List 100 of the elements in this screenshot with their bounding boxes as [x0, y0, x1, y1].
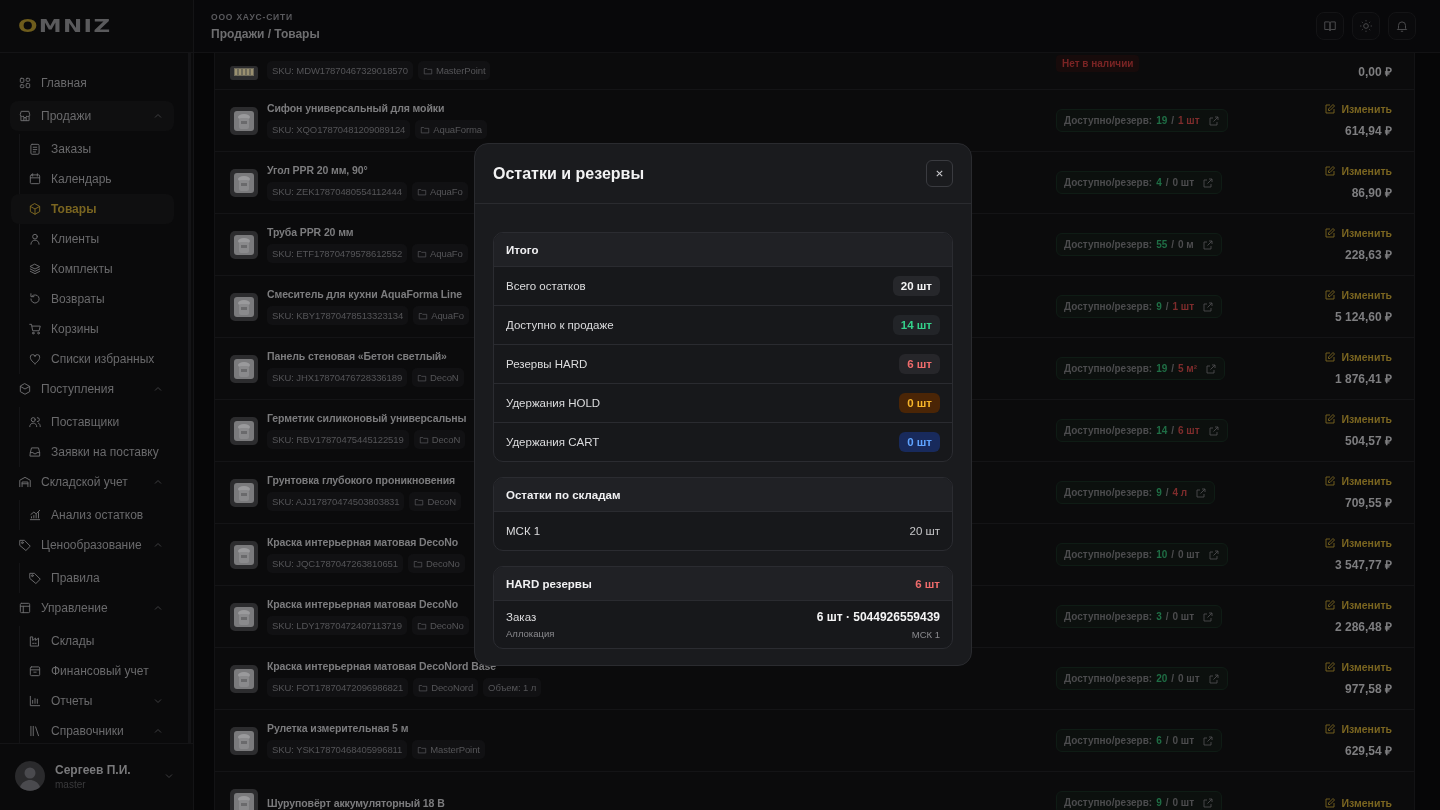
row-label: Всего остатков: [506, 280, 586, 292]
edit-icon: [1324, 722, 1337, 735]
stock-badge[interactable]: Доступно/резерв: 14 / 6 шт: [1056, 419, 1228, 442]
nav-item[interactable]: Корзины: [11, 314, 174, 344]
stock-badge[interactable]: Доступно/резерв: 19 / 1 шт: [1056, 109, 1228, 132]
section-title: Итого: [506, 243, 539, 256]
nav-item[interactable]: Управление: [10, 593, 174, 623]
tag-icon: [18, 538, 32, 552]
edit-button[interactable]: Изменить: [1324, 226, 1392, 239]
nav-item[interactable]: Заявки на поставку: [11, 437, 174, 467]
product-name: Герметик силиконовый универсальны: [267, 412, 467, 424]
product-price: 709,55 ₽: [1344, 494, 1392, 511]
external-link-icon: [1207, 672, 1220, 685]
edit-button[interactable]: Изменить: [1324, 660, 1392, 673]
external-link-icon: [1207, 424, 1220, 437]
sku-tag: SKU: ZEK17870480554112444: [267, 182, 407, 201]
nav-item[interactable]: Списки избранных: [11, 344, 174, 374]
sun-icon: [1359, 19, 1373, 33]
edit-button[interactable]: Изменить: [1324, 598, 1392, 611]
nav-item[interactable]: Заказы: [11, 134, 174, 164]
nav-item[interactable]: Правила: [11, 563, 174, 593]
bar-chart-icon: [28, 694, 42, 708]
row-label: Резервы HARD: [506, 358, 588, 370]
stock-badge[interactable]: Доступно/резерв: 6 / 0 шт: [1056, 729, 1223, 752]
grid-icon: [18, 76, 32, 90]
nav-item[interactable]: Складской учет: [10, 467, 174, 497]
stock-badge[interactable]: Доступно/резерв: 55 / 0 м: [1056, 233, 1222, 256]
nav-item[interactable]: Товары: [11, 194, 174, 224]
brand-tag: DecoN: [413, 430, 466, 449]
nav-item[interactable]: Справочники: [11, 716, 174, 743]
stock-badge[interactable]: Доступно/резерв: 3 / 0 шт: [1056, 605, 1223, 628]
external-link-icon: [1202, 300, 1215, 313]
edit-button[interactable]: Изменить: [1324, 536, 1392, 549]
folder-icon: [416, 620, 427, 631]
quantity-badge: 6 шт: [899, 354, 940, 374]
folder-icon: [422, 65, 433, 76]
nav-item[interactable]: Поставщики: [11, 407, 174, 437]
product-row[interactable]: SKU: MDW17870467329018570 MasterPoint Нет в наличии 0,00 ₽: [215, 53, 1414, 90]
edit-button[interactable]: Изменить: [1324, 474, 1392, 487]
product-price: 614,94 ₽: [1344, 122, 1392, 139]
nav-item[interactable]: Анализ остатков: [11, 500, 174, 530]
nav-item[interactable]: Клиенты: [11, 224, 174, 254]
brand-tag: DecoNo: [411, 616, 469, 635]
stock-badge[interactable]: Доступно/резерв: 10 / 0 шт: [1056, 543, 1228, 566]
nav-item[interactable]: Возвраты: [11, 284, 174, 314]
book-button[interactable]: [1316, 12, 1344, 40]
nav-item[interactable]: Отчеты: [11, 686, 174, 716]
stock-badge[interactable]: Доступно/резерв: 9 / 0 шт: [1056, 791, 1223, 810]
brand-tag: MasterPoint: [417, 61, 491, 80]
warehouse-quantity: 20 шт: [909, 525, 940, 537]
stock-badge[interactable]: Доступно/резерв: 9 / 1 шт: [1056, 295, 1223, 318]
volume-tag: Объем: 1 л: [483, 678, 542, 697]
stock-badge[interactable]: Доступно/резерв: 20 / 0 шт: [1056, 667, 1228, 690]
stock-badge[interactable]: Доступно/резерв: 19 / 5 м²: [1056, 357, 1226, 380]
edit-button[interactable]: Изменить: [1324, 164, 1392, 177]
warehouse-name: МСК 1: [506, 525, 541, 537]
external-link-icon: [1207, 548, 1220, 561]
nav-item[interactable]: Комплекты: [11, 254, 174, 284]
reserve-warehouse: МСК 1: [911, 628, 940, 640]
folder-icon: [416, 186, 427, 197]
edit-icon: [1324, 474, 1337, 487]
theme-button[interactable]: [1352, 12, 1380, 40]
notifications-button[interactable]: [1388, 12, 1416, 40]
external-link-icon: [1202, 796, 1215, 809]
edit-button[interactable]: Изменить: [1324, 722, 1392, 735]
product-price: 0,00 ₽: [1358, 64, 1392, 80]
edit-button[interactable]: Изменить: [1324, 288, 1392, 301]
nav-item[interactable]: Главная: [10, 68, 174, 98]
edit-button[interactable]: Изменить: [1324, 796, 1392, 809]
nav-item[interactable]: Продажи: [10, 101, 174, 131]
product-name: Труба PPR 20 мм: [267, 226, 354, 238]
nav-item[interactable]: Финансовый учет: [11, 656, 174, 686]
store-icon: [18, 109, 32, 123]
sku-tag: SKU: AJJ17870474503803831: [267, 492, 405, 511]
folder-icon: [417, 744, 428, 755]
stock-badge[interactable]: Доступно/резерв: 4 / 0 шт: [1056, 171, 1223, 194]
nav-item[interactable]: Ценообразование: [10, 530, 174, 560]
nav-item[interactable]: Календарь: [11, 164, 174, 194]
edit-button[interactable]: Изменить: [1324, 412, 1392, 425]
wallet-icon: [28, 664, 42, 678]
folder-icon: [418, 682, 429, 693]
product-name: Грунтовка глубокого проникновения: [267, 474, 456, 486]
close-button[interactable]: [926, 160, 953, 187]
edit-button[interactable]: Изменить: [1324, 350, 1392, 363]
edit-button[interactable]: Изменить: [1324, 102, 1392, 115]
nav-item[interactable]: Поступления: [10, 374, 174, 404]
sku-tag: SKU: KBY17870478513323134: [267, 306, 409, 325]
brand-tag: DecoN: [409, 492, 461, 511]
edit-icon: [1324, 226, 1337, 239]
layout-icon: [18, 601, 32, 615]
product-price: 86,90 ₽: [1351, 184, 1392, 201]
product-row[interactable]: Рулетка измерительная 5 м SKU: YSK17870468405996811 MasterPoint Доступно/резерв: 6 / 0 шт Изменить 629,54 ₽: [215, 710, 1414, 772]
quantity-badge: 0 шт: [899, 432, 940, 452]
product-row[interactable]: Шуруповёрт аккумуляторный 18 В Доступно/резерв: 9 / 0 шт Изменить: [215, 772, 1414, 810]
nav-item[interactable]: Склады: [11, 626, 174, 656]
row-label: Удержания CART: [506, 436, 600, 448]
breadcrumb: Продажи / Товары: [211, 26, 320, 41]
stock-badge[interactable]: Доступно/резерв: 9 / 4 л: [1056, 481, 1216, 504]
brand-tag: DecoNo: [407, 554, 465, 573]
bell-icon: [1395, 19, 1409, 33]
